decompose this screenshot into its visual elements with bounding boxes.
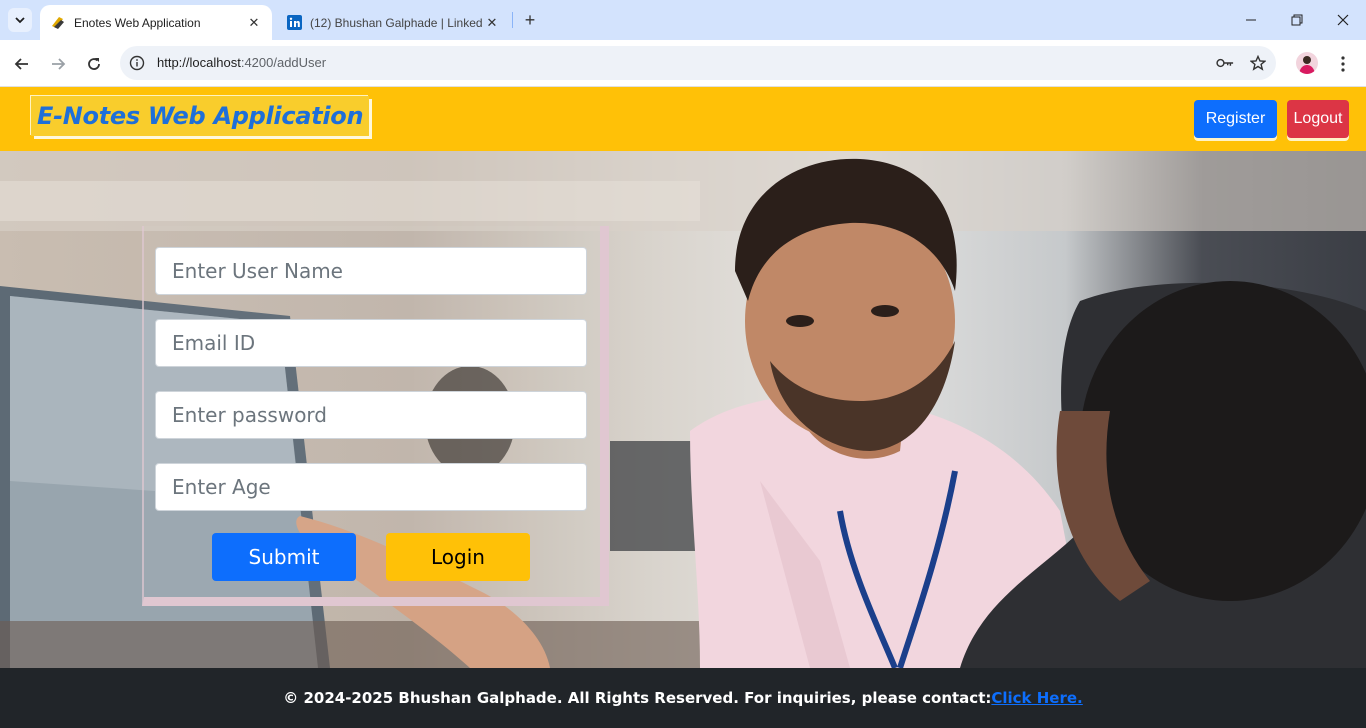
- forward-icon[interactable]: [46, 52, 70, 76]
- tab-title: (12) Bhushan Galphade | Linked: [310, 15, 483, 30]
- tab-title: Enotes Web Application: [74, 15, 201, 30]
- close-icon[interactable]: ✕: [484, 15, 500, 31]
- enotes-favicon: [50, 15, 66, 31]
- tab-strip: Enotes Web Application ✕ (12) Bhushan Ga…: [0, 0, 1366, 40]
- password-key-icon[interactable]: [1216, 54, 1234, 72]
- bookmark-star-icon[interactable]: [1249, 54, 1267, 72]
- minimize-icon[interactable]: [1238, 8, 1264, 32]
- login-button[interactable]: Login: [386, 533, 530, 581]
- more-menu-icon[interactable]: [1333, 52, 1353, 76]
- close-icon[interactable]: ✕: [246, 15, 262, 31]
- password-input[interactable]: [155, 391, 587, 439]
- restore-icon[interactable]: [1284, 8, 1310, 32]
- new-tab-icon[interactable]: +: [520, 10, 540, 30]
- tab-search-button[interactable]: [8, 8, 32, 32]
- window-close-icon[interactable]: [1330, 8, 1356, 32]
- add-user-form: Submit Login: [142, 226, 609, 606]
- profile-avatar[interactable]: [1296, 52, 1318, 74]
- submit-button[interactable]: Submit: [212, 533, 356, 581]
- address-bar[interactable]: http://localhost:4200/addUser: [120, 46, 1276, 80]
- email-input[interactable]: [155, 319, 587, 367]
- app-navbar: E-Notes Web Application Register Logout: [0, 87, 1366, 151]
- browser-toolbar: http://localhost:4200/addUser: [0, 40, 1366, 87]
- age-input[interactable]: [155, 463, 587, 511]
- back-icon[interactable]: [10, 52, 34, 76]
- tab-enotes[interactable]: Enotes Web Application ✕: [40, 5, 272, 40]
- hero-section: Submit Login: [0, 151, 1366, 668]
- contact-link[interactable]: Click Here.: [991, 689, 1082, 707]
- page-footer: © 2024-2025 Bhushan Galphade. All Rights…: [0, 668, 1366, 728]
- chevron-down-icon: [15, 17, 25, 24]
- brand-title[interactable]: E-Notes Web Application: [31, 96, 370, 136]
- username-input[interactable]: [155, 247, 587, 295]
- register-button[interactable]: Register: [1194, 100, 1277, 138]
- tab-separator: [512, 12, 513, 28]
- footer-text: © 2024-2025 Bhushan Galphade. All Rights…: [283, 689, 992, 707]
- reload-icon[interactable]: [82, 52, 106, 76]
- linkedin-icon: [286, 15, 302, 31]
- logout-button[interactable]: Logout: [1287, 100, 1349, 138]
- site-info-icon[interactable]: [128, 54, 146, 72]
- url-text: http://localhost:4200/addUser: [157, 55, 327, 70]
- tab-linkedin[interactable]: (12) Bhushan Galphade | Linked ✕: [278, 5, 508, 40]
